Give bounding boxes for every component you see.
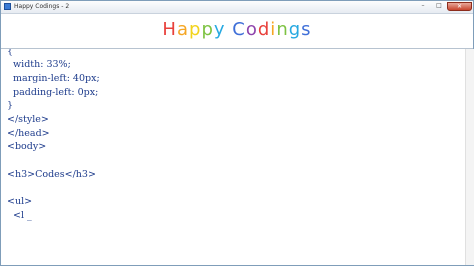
logo-letter: o — [245, 19, 258, 40]
code-line: <h3>Codes</h3> — [7, 169, 96, 180]
code-line: } — [7, 100, 14, 111]
code-line: <l _ — [7, 210, 32, 221]
code-line: </head> — [7, 128, 50, 139]
code-line: width: 33%; — [7, 59, 71, 70]
logo: Happy Codings — [1, 19, 473, 41]
header-banner: Happy Codings — [1, 14, 473, 49]
vertical-scrollbar[interactable] — [465, 49, 474, 265]
app-icon — [4, 3, 11, 10]
logo-letter: H — [162, 19, 177, 40]
logo-letter: g — [288, 19, 302, 40]
title-bar[interactable]: Happy Codings - 2 – □ ✕ — [1, 1, 473, 14]
code-line: margin-left: 40px; — [7, 73, 100, 84]
logo-letter: p — [189, 19, 202, 40]
logo-letter: n — [276, 19, 289, 40]
minimize-button[interactable]: – — [415, 2, 431, 11]
window-title: Happy Codings - 2 — [14, 3, 70, 10]
code-editor[interactable]: { width: 33%; margin-left: 40px; padding… — [1, 49, 461, 265]
code-line: padding-left: 0px; — [7, 87, 99, 98]
code-line: <ul> — [7, 196, 33, 207]
logo-letter: y — [213, 19, 226, 40]
logo-letter: a — [176, 19, 189, 40]
app-window: Happy Codings - 2 – □ ✕ Happy Codings { … — [0, 0, 474, 266]
logo-letter: p — [201, 19, 214, 40]
close-button[interactable]: ✕ — [447, 2, 472, 11]
code-line: <body> — [7, 141, 47, 152]
code-line: </style> — [7, 114, 49, 125]
logo-letter: C — [232, 19, 246, 40]
maximize-button[interactable]: □ — [431, 2, 447, 11]
logo-letter: s — [301, 19, 312, 40]
logo-letter: d — [257, 19, 271, 40]
code-line: { — [7, 49, 14, 57]
